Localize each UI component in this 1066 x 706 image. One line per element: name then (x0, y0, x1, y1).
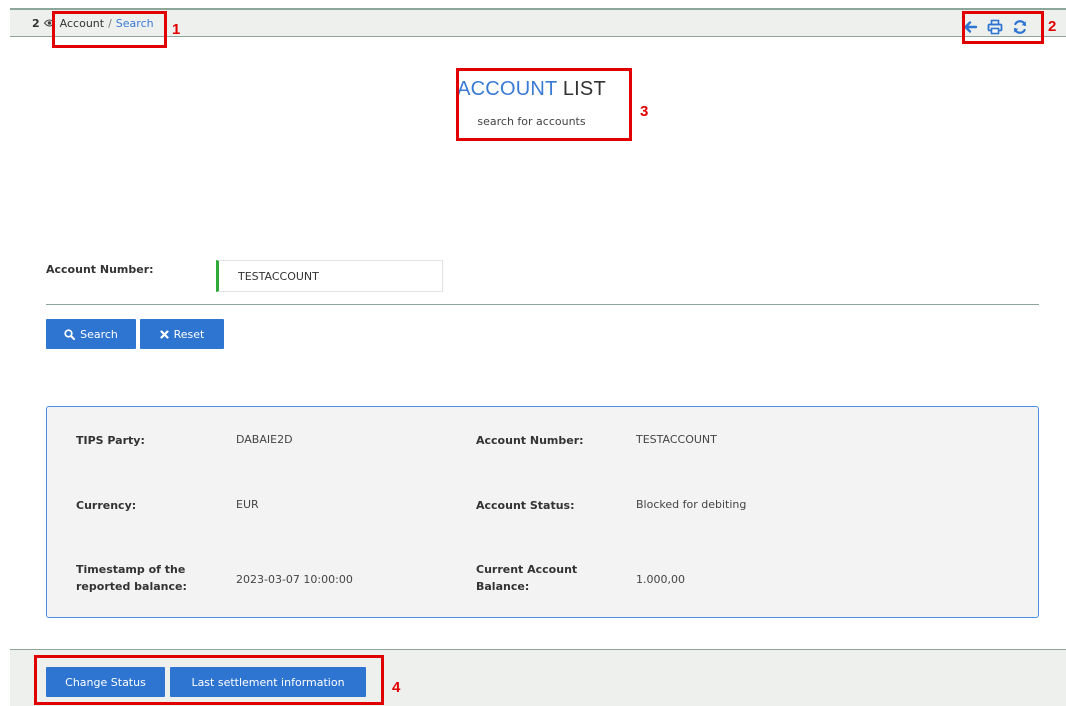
timestamp-label-line2: reported balance: (76, 580, 187, 593)
reset-button[interactable]: Reset (140, 319, 224, 349)
timestamp-label-line1: Timestamp of the (76, 563, 186, 576)
annotation-box-1 (52, 11, 167, 48)
page: 2 Account / Search ACCOUNT LIST search for… (10, 8, 1066, 706)
top-bar: 2 Account / Search (10, 8, 1066, 37)
tips-party-label: TIPS Party: (76, 434, 145, 447)
balance-value: 1.000,00 (636, 573, 685, 586)
annotation-number-1: 1 (172, 21, 181, 38)
annotation-number-2: 2 (1048, 18, 1057, 35)
search-button[interactable]: Search (46, 319, 136, 349)
annotation-number-4: 4 (392, 679, 401, 696)
currency-value: EUR (236, 498, 259, 511)
close-icon (160, 329, 169, 339)
balance-label-line2: Balance: (476, 580, 530, 593)
detail-account-number-label: Account Number: (476, 434, 584, 447)
account-number-label: Account Number: (46, 263, 154, 276)
balance-label: Current Account Balance: (476, 561, 577, 595)
annotation-box-3 (456, 68, 632, 141)
search-button-label: Search (80, 327, 118, 341)
annotation-box-4 (34, 655, 384, 705)
currency-label: Currency: (76, 499, 137, 512)
tips-party-value: DABAIE2D (236, 433, 293, 446)
account-details-panel: TIPS Party: DABAIE2D Account Number: TES… (46, 406, 1039, 618)
account-status-label: Account Status: (476, 499, 575, 512)
reset-button-label: Reset (173, 327, 205, 341)
annotation-box-2 (962, 11, 1044, 44)
account-status-value: Blocked for debiting (636, 498, 747, 511)
detail-account-number-value: TESTACCOUNT (636, 433, 717, 446)
history-count: 2 (32, 17, 40, 30)
account-number-field-wrapper (216, 260, 443, 292)
timestamp-label: Timestamp of the reported balance: (76, 561, 187, 595)
search-icon (64, 328, 76, 340)
account-number-input[interactable] (219, 261, 442, 291)
timestamp-value: 2023-03-07 10:00:00 (236, 573, 353, 586)
annotation-number-3: 3 (640, 103, 649, 120)
form-divider (46, 304, 1039, 305)
balance-label-line1: Current Account (476, 563, 578, 576)
